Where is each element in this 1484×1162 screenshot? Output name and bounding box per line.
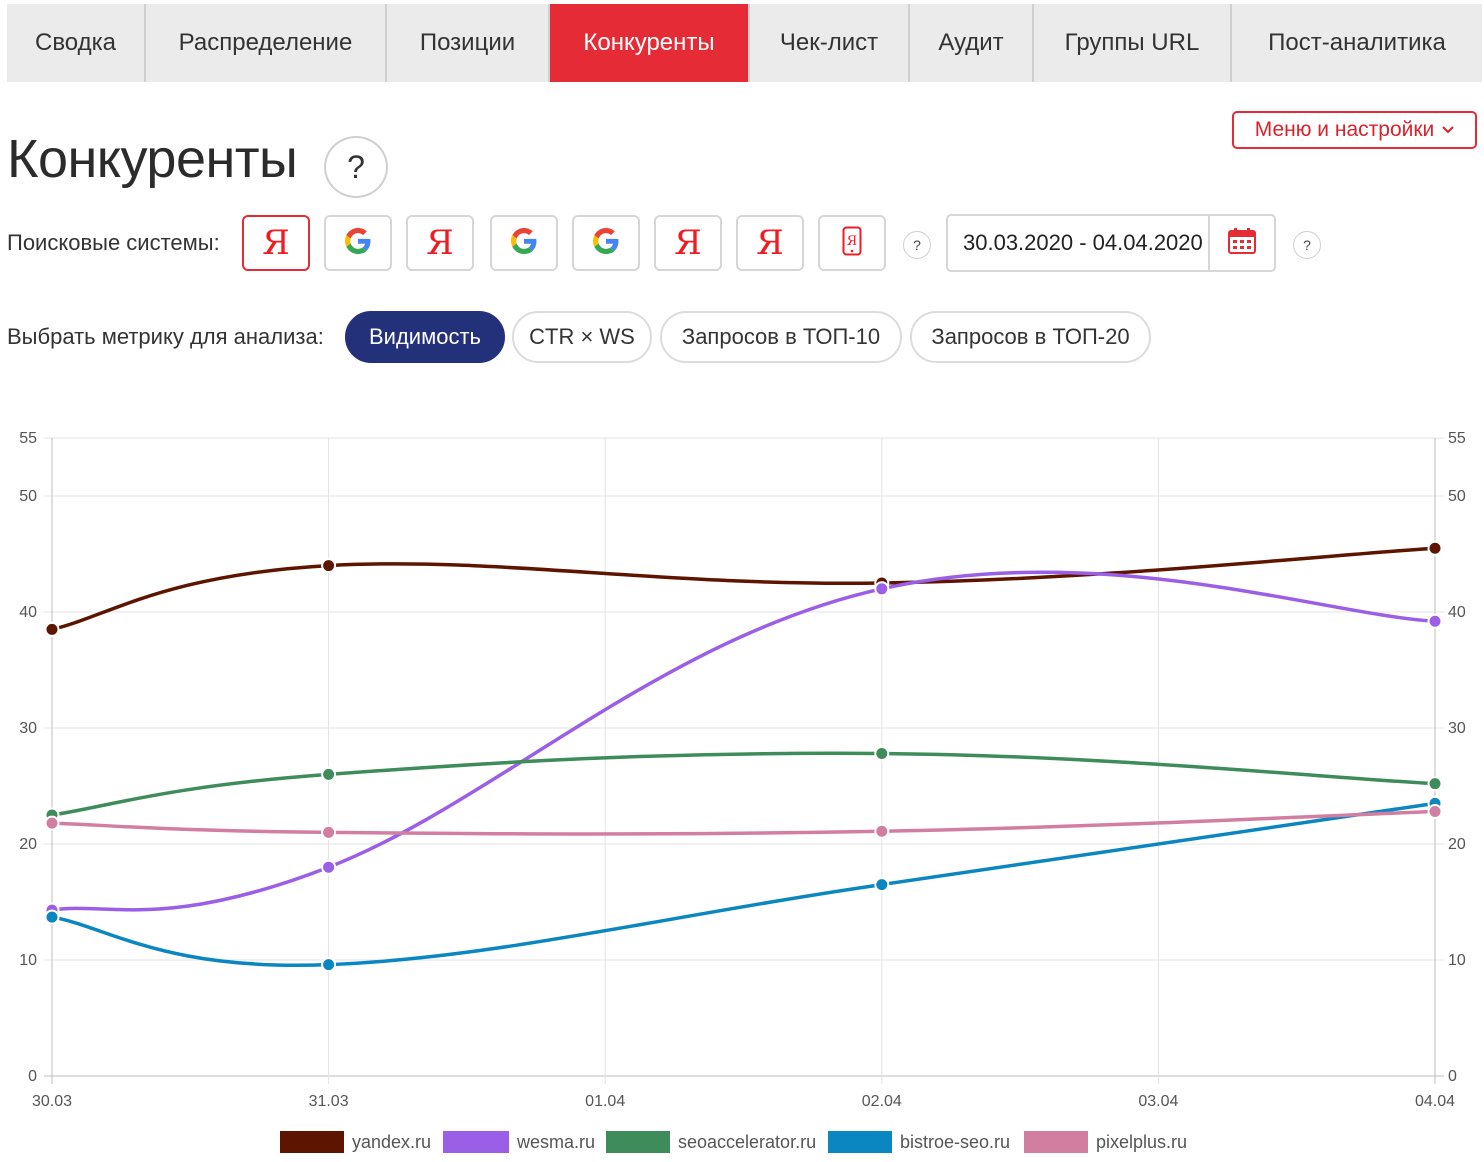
y-tick-label-right: 0 <box>1448 1068 1457 1085</box>
calendar-button[interactable] <box>1208 216 1274 270</box>
search-engine-yandex-mobile[interactable]: Я <box>818 215 886 271</box>
data-point-wesma.ru <box>1427 613 1443 629</box>
data-point-wesma.ru <box>321 859 337 875</box>
y-tick-label-left: 0 <box>28 1068 37 1085</box>
search-engine-google-2[interactable] <box>490 215 558 271</box>
x-tick-label: 01.04 <box>585 1093 625 1110</box>
metric-ctr-ws-button[interactable]: CTR × WS <box>512 311 652 363</box>
data-point-bistroe-seo.ru <box>874 877 890 893</box>
calendar-icon <box>1227 227 1257 260</box>
date-range-picker[interactable]: 30.03.2020 - 04.04.2020 <box>946 214 1276 272</box>
data-point-pixelplus.ru <box>874 823 890 839</box>
x-tick-label: 30.03 <box>32 1093 72 1110</box>
data-point-yandex.ru <box>321 558 337 574</box>
data-point-seoaccelerator.ru <box>321 766 337 782</box>
tab-post-analytics[interactable]: Пост-аналитика <box>1232 4 1482 82</box>
tab-svodka[interactable]: Сводка <box>7 4 146 82</box>
date-range-value[interactable]: 30.03.2020 - 04.04.2020 <box>948 216 1208 270</box>
tab-url-groups[interactable]: Группы URL <box>1034 4 1232 82</box>
series-line-pixelplus.ru <box>51 809 1436 836</box>
data-point-yandex.ru <box>1427 540 1443 556</box>
tab-konkurenty[interactable]: Конкуренты <box>550 4 750 82</box>
data-point-seoaccelerator.ru <box>874 746 890 762</box>
yandex-icon: Я <box>674 223 702 263</box>
search-engine-yandex-2[interactable]: Я <box>406 215 474 271</box>
legend-label: yandex.ru <box>352 1132 431 1152</box>
data-point-wesma.ru <box>874 581 890 597</box>
search-engines-help-button[interactable]: ? <box>903 231 931 259</box>
page-title: Конкуренты <box>7 129 298 189</box>
metric-top20-button[interactable]: Запросов в ТОП-20 <box>910 311 1151 363</box>
y-tick-label-left: 20 <box>19 836 37 853</box>
menu-settings-label: Меню и настройки <box>1254 118 1435 141</box>
data-point-pixelplus.ru <box>321 824 337 840</box>
visibility-chart: 0 0 10 10 20 20 30 30 40 40 50 50 55 55 30.03 31.03 01.0… <box>19 430 1466 1153</box>
legend-label: wesma.ru <box>516 1132 595 1152</box>
yandex-icon: Я <box>426 223 454 263</box>
date-help-button[interactable]: ? <box>1293 231 1321 259</box>
y-tick-label-left: 50 <box>19 488 37 505</box>
tab-check-list[interactable]: Чек-лист <box>750 4 910 82</box>
data-point-seoaccelerator.ru <box>1427 776 1443 792</box>
x-tick-label: 04.04 <box>1415 1093 1455 1110</box>
data-point-pixelplus.ru <box>44 815 60 831</box>
legend-swatch <box>828 1131 892 1153</box>
yandex-icon: Я <box>262 223 290 263</box>
menu-settings-button[interactable]: Меню и настройки <box>1232 111 1477 149</box>
legend-swatch <box>443 1131 509 1153</box>
tab-pozicii[interactable]: Позиции <box>387 4 550 82</box>
x-tick-label: 03.04 <box>1138 1093 1178 1110</box>
y-tick-label-left: 55 <box>19 430 37 447</box>
data-point-bistroe-seo.ru <box>44 909 60 925</box>
y-tick-label-right: 10 <box>1448 952 1466 969</box>
search-engine-google-3[interactable] <box>572 215 640 271</box>
legend-label: seoaccelerator.ru <box>678 1132 816 1152</box>
series-line-wesma.ru <box>51 570 1436 912</box>
chevron-down-icon <box>1442 121 1454 137</box>
data-point-pixelplus.ru <box>1427 804 1443 820</box>
y-tick-label-right: 20 <box>1448 836 1466 853</box>
y-tick-label-left: 10 <box>19 952 37 969</box>
y-tick-label-right: 55 <box>1448 430 1466 447</box>
y-tick-label-right: 50 <box>1448 488 1466 505</box>
x-tick-label: 31.03 <box>309 1093 349 1110</box>
series-line-seoaccelerator.ru <box>51 751 1436 817</box>
x-tick-label: 02.04 <box>862 1093 902 1110</box>
metric-visibility-button[interactable]: Видимость <box>345 311 505 363</box>
legend-label: bistroe-seo.ru <box>900 1132 1010 1152</box>
search-engine-yandex-1[interactable]: Я <box>242 215 310 271</box>
yandex-icon: Я <box>756 223 784 263</box>
tab-raspredelenie[interactable]: Распределение <box>146 4 387 82</box>
legend-swatch <box>1024 1131 1088 1153</box>
google-icon <box>593 227 619 259</box>
y-tick-label-right: 30 <box>1448 720 1466 737</box>
metric-top10-button[interactable]: Запросов в ТОП-10 <box>660 311 902 363</box>
yandex-mobile-icon: Я <box>842 226 862 261</box>
data-point-yandex.ru <box>44 621 60 637</box>
y-tick-label-right: 40 <box>1448 604 1466 621</box>
series-line-bistroe-seo.ru <box>51 801 1436 968</box>
search-engines-label: Поисковые системы: <box>7 230 220 255</box>
legend-label: pixelplus.ru <box>1096 1132 1187 1152</box>
tab-bar: Сводка Распределение Позиции Конкуренты … <box>7 4 1482 82</box>
search-engine-google-1[interactable] <box>324 215 392 271</box>
tab-audit[interactable]: Аудит <box>910 4 1034 82</box>
google-icon <box>511 227 537 259</box>
legend-swatch <box>280 1131 344 1153</box>
search-engine-yandex-3[interactable]: Я <box>654 215 722 271</box>
help-button[interactable]: ? <box>324 136 388 198</box>
y-tick-label-left: 40 <box>19 604 37 621</box>
google-icon <box>345 227 371 259</box>
y-tick-label-left: 30 <box>19 720 37 737</box>
search-engine-yandex-4[interactable]: Я <box>736 215 804 271</box>
data-point-bistroe-seo.ru <box>321 957 337 973</box>
metric-label: Выбрать метрику для анализа: <box>7 324 324 349</box>
svg-text:Я: Я <box>847 234 858 249</box>
legend-swatch <box>606 1131 670 1153</box>
